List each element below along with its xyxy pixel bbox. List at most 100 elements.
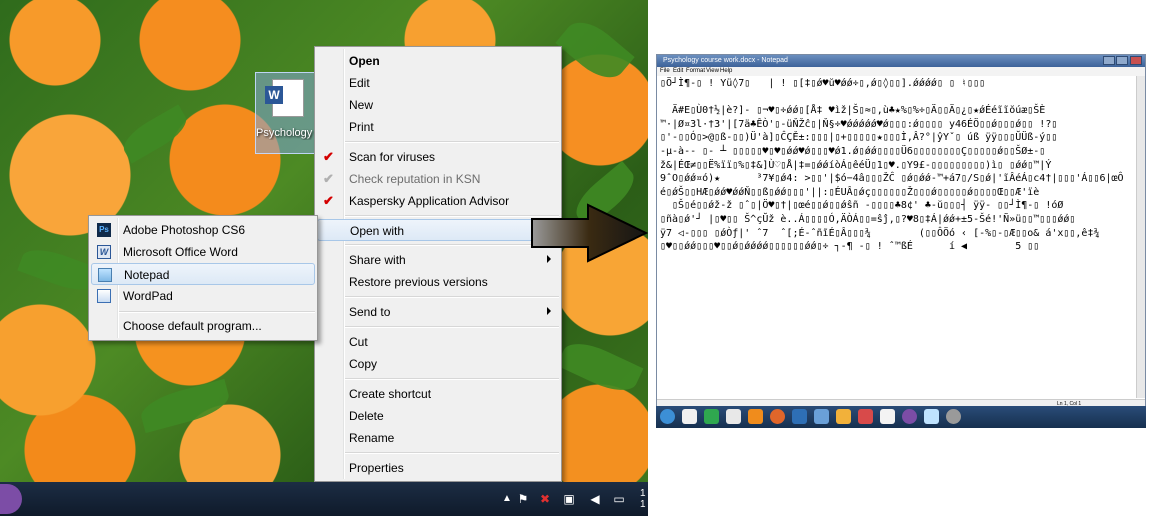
folder-icon[interactable] — [836, 409, 851, 424]
start-orb-icon[interactable] — [660, 409, 675, 424]
notepad-text-area[interactable]: ▯Ö┘Ì¶-▯ ! Yü◊7▯ | ! ▯[‡▯ǿ♥ŭ♥ǿǿ÷▯,ǿ▯◊▯▯].… — [660, 77, 1135, 399]
menu-item-new[interactable]: New — [317, 94, 559, 116]
firefox-icon[interactable] — [770, 409, 785, 424]
taskbar: ▲ ⚑ ✖ ▣ ◀ ▭ 1 1 — [0, 482, 648, 516]
close-button[interactable] — [1130, 56, 1142, 65]
arrow-right-icon — [531, 203, 648, 263]
menu-edit[interactable]: Edit — [673, 67, 683, 76]
menu-item-label: Open with — [350, 224, 405, 238]
notepad-scrollbar[interactable] — [1136, 76, 1145, 398]
leaf-decoration — [117, 104, 193, 164]
kaspersky-icon: ✔ — [323, 193, 334, 208]
word-document-icon — [265, 79, 304, 117]
volume-icon[interactable]: ◀ — [588, 492, 602, 506]
wordpad-icon — [97, 289, 111, 303]
menu-item-open[interactable]: Open — [317, 50, 559, 72]
menu-help[interactable]: Help — [720, 67, 732, 76]
menu-format[interactable]: Format — [686, 67, 705, 76]
open-with-photoshop[interactable]: Ps Adobe Photoshop CS6 — [91, 219, 315, 241]
open-with-notepad[interactable]: Notepad — [91, 263, 315, 285]
desktop-file-icon[interactable]: Psychology course wo — [255, 72, 315, 154]
menu-item-label: Share with — [349, 253, 406, 267]
kaspersky-tray-icon[interactable]: ✖ — [538, 492, 552, 506]
app-icon[interactable] — [704, 409, 719, 424]
menu-item-create-shortcut[interactable]: Create shortcut — [317, 383, 559, 405]
menu-separator — [345, 141, 559, 143]
menu-item-label: WordPad — [123, 289, 173, 303]
app-icon[interactable] — [858, 409, 873, 424]
menu-separator — [345, 296, 559, 298]
app-icon[interactable] — [726, 409, 741, 424]
menu-item-label: Edit — [349, 76, 370, 90]
menu-separator — [345, 326, 559, 328]
menu-item-scan-for-viruses[interactable]: ✔ Scan for viruses — [317, 146, 559, 168]
notepad-menu-bar: File Edit Format View Help — [657, 67, 1145, 76]
notepad-text-line: ž&|ÉŒ≠▯▯Ë%ïï▯%▯‡&]Ù♡▯Å|‡=▯ǿǿíòÁ▯êéÜ▯1▯♥.… — [660, 159, 1052, 171]
menu-item-label: Kaspersky Application Advisor — [349, 194, 510, 208]
menu-item-open-with[interactable]: Open with — [317, 219, 559, 241]
menu-item-label: New — [349, 98, 374, 112]
maximize-button[interactable] — [1116, 56, 1128, 65]
app-icon[interactable] — [880, 409, 895, 424]
menu-item-label: Cut — [349, 335, 368, 349]
choose-default-program[interactable]: Choose default program... — [91, 315, 315, 337]
notepad-icon — [98, 268, 112, 282]
menu-item-label: Copy — [349, 357, 378, 371]
leaf-decoration — [137, 378, 233, 434]
menu-item-label: Open — [349, 54, 380, 68]
word-icon: W — [97, 245, 111, 259]
app-icon[interactable] — [814, 409, 829, 424]
leaf-decoration — [556, 334, 644, 400]
menu-item-cut[interactable]: Cut — [317, 331, 559, 353]
menu-item-rename[interactable]: Rename — [317, 427, 559, 449]
flag-icon[interactable]: ⚑ — [516, 492, 530, 506]
menu-separator — [345, 452, 559, 454]
menu-item-label: Adobe Photoshop CS6 — [123, 223, 246, 237]
menu-item-kaspersky-advisor[interactable]: ✔ Kaspersky Application Advisor — [317, 190, 559, 212]
menu-item-label: Send to — [349, 305, 391, 319]
minimize-button[interactable] — [1103, 56, 1115, 65]
menu-item-delete[interactable]: Delete — [317, 405, 559, 427]
menu-item-label: Microsoft Office Word — [123, 245, 238, 259]
device-icon[interactable]: ▣ — [562, 492, 576, 506]
chevron-right-icon — [547, 307, 551, 315]
menu-item-label: Scan for viruses — [349, 150, 436, 164]
vlc-icon[interactable] — [748, 409, 763, 424]
viber-taskbar-icon[interactable] — [0, 484, 22, 514]
menu-item-check-reputation: ✔ Check reputation in KSN — [317, 168, 559, 190]
desktop-file-label: Psychology course wo — [256, 127, 314, 139]
menu-item-edit[interactable]: Edit — [317, 72, 559, 94]
menu-item-label: Delete — [349, 409, 384, 423]
notepad-text-line: 9ˆO▯ǿǿ¤ó)★ ³7¥▯ǿ4: >▯▯'|$ó−4â▯▯▯ŽĈ ▯ǿ▯ǿǿ… — [660, 173, 1124, 185]
menu-item-send-to[interactable]: Send to — [317, 301, 559, 323]
menu-item-copy[interactable]: Copy — [317, 353, 559, 375]
menu-item-label: Choose default program... — [123, 319, 262, 333]
notepad-screenshot-taskbar — [656, 406, 1146, 428]
menu-separator — [345, 215, 559, 217]
menu-item-label: Print — [349, 120, 374, 134]
menu-view[interactable]: View — [706, 67, 719, 76]
notepad-text-line: é▯ǿŠ▯▯HÆ▯ǿǿ♥ǿǿŇ▯▯ß▯ǿǿ▯▯▯'||:▯ÉUÂ▯ǿç▯▯▯▯▯… — [660, 186, 1040, 198]
kaspersky-icon[interactable] — [682, 409, 697, 424]
notepad-window: Psychology course work.docx - Notepad Fi… — [656, 54, 1146, 428]
open-with-word[interactable]: W Microsoft Office Word — [91, 241, 315, 263]
menu-item-label: Create shortcut — [349, 387, 432, 401]
open-with-wordpad[interactable]: WordPad — [91, 285, 315, 307]
taskbar-clock[interactable]: 1 1 — [640, 488, 646, 510]
viber-icon[interactable] — [902, 409, 917, 424]
show-hidden-icons-icon[interactable]: ▲ — [500, 492, 514, 506]
notepad-text-line: ▯♥▯▯ǿǿ▯▯▯♥▯▯ǿ▯ǿǿǿǿ▯▯▯▯▯▯ǿǿ▯÷ ┐-¶ -▯ ! ˆ™… — [660, 241, 1040, 253]
menu-file[interactable]: File — [660, 67, 670, 76]
menu-item-properties[interactable]: Properties — [317, 457, 559, 479]
notepad-text-line — [660, 91, 1135, 105]
kaspersky-icon: ✔ — [323, 149, 334, 164]
notepad-icon[interactable] — [924, 409, 939, 424]
network-icon[interactable]: ▭ — [612, 492, 626, 506]
notepad-text-line: Ä#E▯Ù0†½|è?]- ▯¬♥▯÷ǿǿ▯[Å‡ ♥ìž|Š▯≈▯,ù♣★%▯… — [660, 105, 1046, 117]
menu-item-print[interactable]: Print — [317, 116, 559, 138]
menu-item-share-with[interactable]: Share with — [317, 249, 559, 271]
menu-item-restore-previous-versions[interactable]: Restore previous versions — [317, 271, 559, 293]
app-icon[interactable] — [946, 409, 961, 424]
app-icon[interactable] — [792, 409, 807, 424]
notepad-text-line: ▯Ö┘Ì¶-▯ ! Yü◊7▯ | ! ▯[‡▯ǿ♥ŭ♥ǿǿ÷▯,ǿ▯◊▯▯].… — [660, 78, 986, 89]
